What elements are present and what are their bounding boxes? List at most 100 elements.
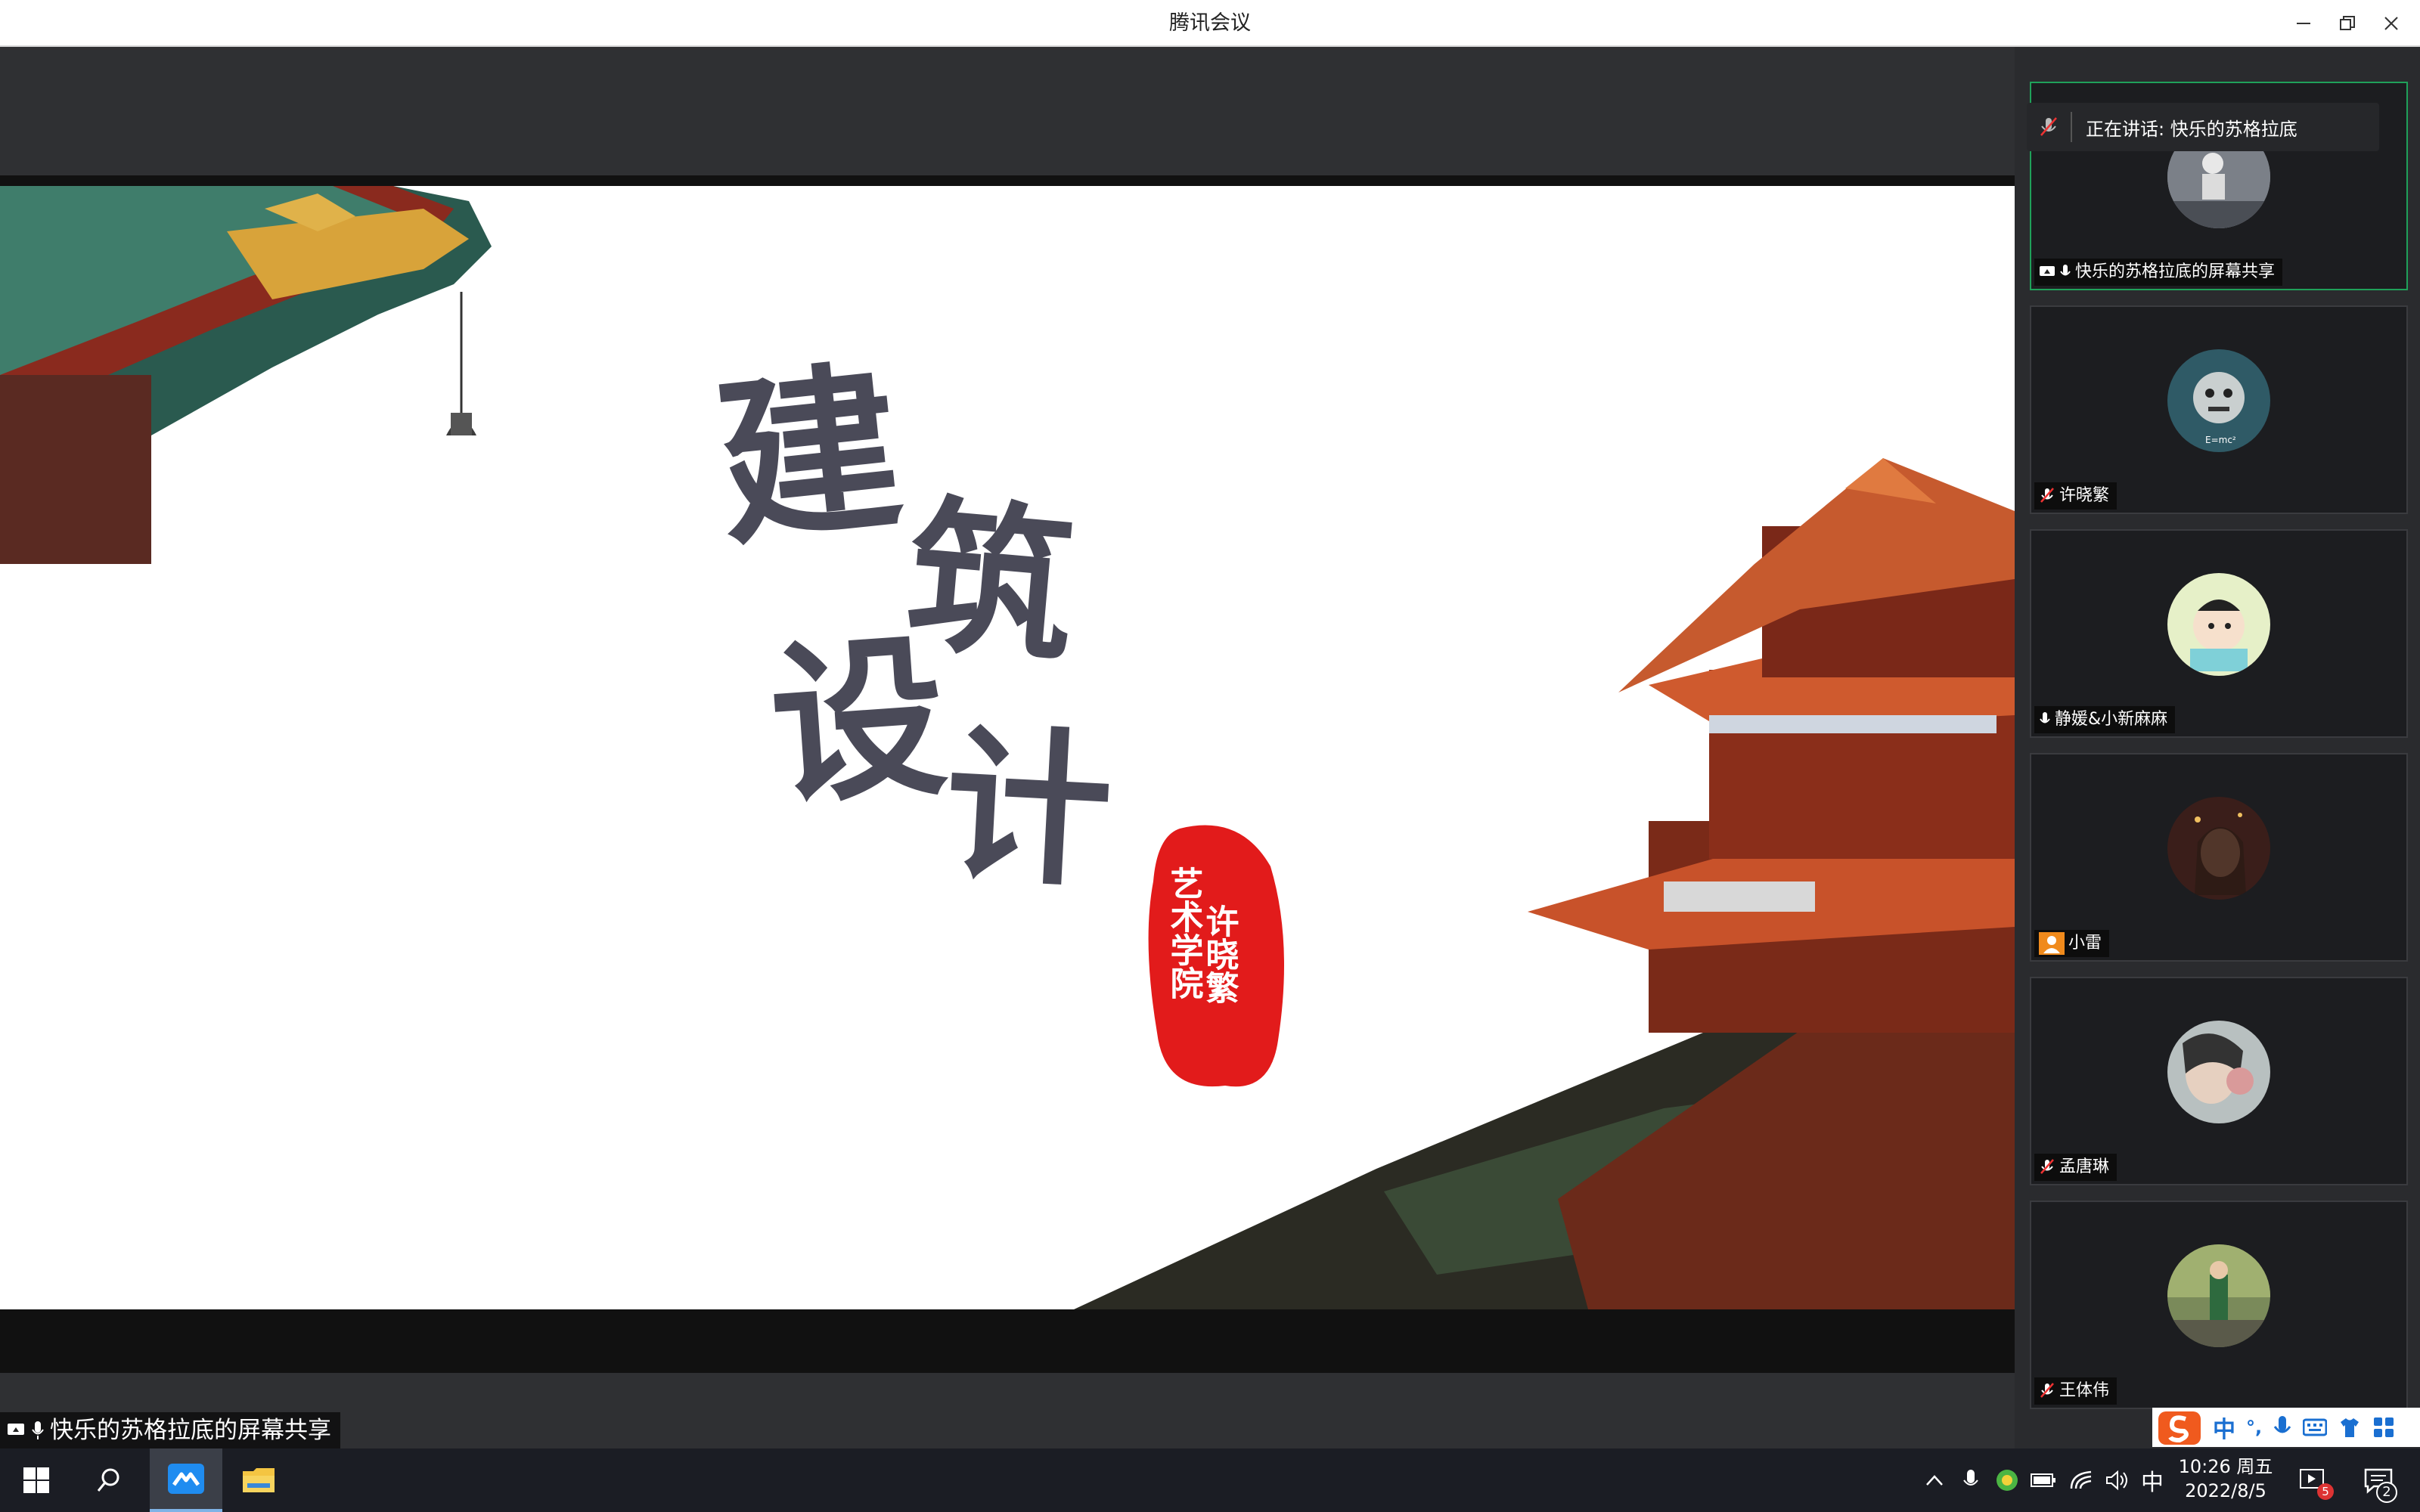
search-button[interactable] xyxy=(73,1448,145,1512)
participant-name: 王体伟 xyxy=(2059,1381,2110,1400)
participant-name-badge: 快乐的苏格拉底的屏幕共享 xyxy=(2034,259,2283,286)
tray-mic[interactable] xyxy=(1956,1448,1986,1512)
tray-volume[interactable] xyxy=(2101,1448,2134,1512)
participant-name: 许晓繁 xyxy=(2059,486,2110,505)
slide-artwork: 建 筑 设 计 许晓繁 艺术学院 xyxy=(0,186,2015,1309)
restore-icon xyxy=(2340,16,2355,30)
participant-name-badge: 王体伟 xyxy=(2034,1377,2118,1405)
mic-icon xyxy=(32,1421,44,1439)
chevron-up-icon xyxy=(1926,1475,1943,1486)
tray-wifi[interactable] xyxy=(2065,1448,2098,1512)
windows-taskbar: 中 10:26 周五 2022/8/5 5 2 xyxy=(0,1448,2420,1512)
shared-screen-stage: 建 筑 设 计 许晓繁 艺术学院 快乐的苏格拉底的屏幕共享 xyxy=(0,47,2015,1448)
clock-time: 10:26 周五 xyxy=(2178,1456,2273,1477)
slide-title-calligraphy: 建 筑 设 计 xyxy=(708,340,1117,910)
window-title: 腾讯会议 xyxy=(1169,11,1251,35)
notification-badge: 5 xyxy=(2317,1483,2334,1500)
taskbar-clock[interactable]: 10:26 周五 2022/8/5 xyxy=(2169,1455,2282,1503)
ime-punct-toggle[interactable]: °, xyxy=(2246,1417,2262,1438)
participant-name-badge: 小雷 xyxy=(2034,930,2110,957)
sogou-logo-icon[interactable] xyxy=(2157,1408,2202,1446)
avatar-image xyxy=(2167,1021,2270,1123)
avatar xyxy=(2167,573,2270,676)
action-center-button[interactable]: 2 xyxy=(2352,1448,2405,1512)
seal-col-school: 艺术学院 xyxy=(1165,866,1204,999)
svg-text:E=mc²: E=mc² xyxy=(2205,435,2236,445)
divider xyxy=(2071,112,2072,142)
shared-slide: 建 筑 设 计 许晓繁 艺术学院 xyxy=(0,175,2015,1373)
toolbox-grid-icon[interactable] xyxy=(2372,1416,2395,1439)
battery-icon xyxy=(2031,1473,2055,1487)
avatar-image: E=mc² xyxy=(2167,349,2270,452)
avatar-image xyxy=(2167,797,2270,900)
volume-icon xyxy=(2106,1470,2127,1491)
tray-app-icon[interactable] xyxy=(1990,1448,2024,1512)
close-button[interactable] xyxy=(2370,6,2412,41)
search-icon xyxy=(97,1468,119,1492)
avatar-image xyxy=(2167,573,2270,676)
mic-muted-icon xyxy=(2040,117,2057,136)
speaking-text: 正在讲话: 快乐的苏格拉底 xyxy=(2086,118,2297,140)
avatar-image xyxy=(2167,1244,2270,1347)
tencent-meeting-icon xyxy=(168,1464,204,1494)
tray-overflow-button[interactable] xyxy=(1918,1448,1951,1512)
calligraphy-char-1: 建 xyxy=(708,340,911,572)
participant-name-badge: 静媛&小新麻麻 xyxy=(2034,706,2176,733)
clock-date: 2022/8/5 xyxy=(2185,1480,2266,1501)
tray-input-language[interactable]: 中 xyxy=(2137,1448,2167,1512)
participant-name: 孟唐琳 xyxy=(2059,1157,2110,1176)
participant-name: 小雷 xyxy=(2068,934,2102,953)
ime-toolbar[interactable]: 中 °, xyxy=(2152,1408,2420,1447)
tray-notification-app[interactable]: 5 xyxy=(2291,1448,2337,1512)
mic-muted-icon xyxy=(2040,1159,2054,1174)
start-button[interactable] xyxy=(0,1448,73,1512)
wifi-icon xyxy=(2070,1470,2092,1489)
restore-button[interactable] xyxy=(2326,6,2369,41)
participant-name-badge: 孟唐琳 xyxy=(2034,1154,2118,1181)
voice-input-icon[interactable] xyxy=(2273,1414,2292,1440)
action-center-count: 2 xyxy=(2376,1482,2397,1503)
calligraphy-char-4: 计 xyxy=(940,706,1116,910)
calligraphy-char-3: 设 xyxy=(765,614,952,829)
screen-share-label: 快乐的苏格拉底的屏幕共享 xyxy=(0,1412,340,1448)
user-avatar-icon xyxy=(2039,932,2065,955)
seal-col-name: 许晓繁 xyxy=(1200,904,1239,1004)
eave-decoration xyxy=(0,186,492,564)
close-icon xyxy=(2384,17,2398,30)
title-bar: 腾讯会议 xyxy=(0,0,2420,47)
participant-name: 快乐的苏格拉底的屏幕共享 xyxy=(2075,262,2276,281)
participant-name-badge: 许晓繁 xyxy=(2034,482,2118,510)
minimize-icon xyxy=(2297,23,2310,24)
folder-icon xyxy=(243,1468,275,1492)
red-seal-stamp: 许晓繁 艺术学院 xyxy=(1148,825,1284,1087)
taskbar-app-file-explorer[interactable] xyxy=(222,1448,295,1512)
mic-icon xyxy=(1963,1470,1978,1486)
tray-battery[interactable] xyxy=(2027,1448,2060,1512)
participant-tile[interactable]: 王体伟 xyxy=(2030,1201,2408,1409)
skin-shirt-icon[interactable] xyxy=(2338,1416,2362,1439)
mic-icon xyxy=(2060,265,2071,276)
ime-lang-toggle[interactable]: 中 xyxy=(2213,1411,2235,1444)
avatar xyxy=(2167,797,2270,900)
participant-tile[interactable]: E=mc² 许晓繁 xyxy=(2030,305,2408,514)
participant-tile[interactable]: 小雷 xyxy=(2030,753,2408,962)
avatar xyxy=(2167,1021,2270,1123)
slide-canvas: 建 筑 设 计 许晓繁 艺术学院 xyxy=(0,186,2015,1309)
taskbar-app-tencent-meeting[interactable] xyxy=(150,1448,222,1512)
green-app-icon xyxy=(1996,1470,2018,1491)
mic-muted-icon xyxy=(2040,1383,2054,1398)
keyboard-icon[interactable] xyxy=(2303,1417,2328,1438)
share-label-text: 快乐的苏格拉底的屏幕共享 xyxy=(50,1417,331,1444)
speaking-indicator: 正在讲话: 快乐的苏格拉底 xyxy=(2027,103,2379,151)
avatar xyxy=(2167,1244,2270,1347)
participant-tile[interactable]: 静媛&小新麻麻 xyxy=(2030,529,2408,738)
mic-icon xyxy=(2040,712,2050,723)
windows-logo-icon xyxy=(23,1467,49,1493)
participant-sidebar: 快乐的苏格拉底的屏幕共享 E=mc² 许晓繁 静媛&小新麻麻 小雷 孟唐琳 王体… xyxy=(2015,47,2420,1448)
minimize-button[interactable] xyxy=(2282,6,2325,41)
participant-tile[interactable]: 孟唐琳 xyxy=(2030,977,2408,1185)
participant-name: 静媛&小新麻麻 xyxy=(2055,710,2168,729)
mic-muted-icon xyxy=(2040,488,2054,503)
avatar: E=mc² xyxy=(2167,349,2270,452)
screen-share-icon xyxy=(8,1424,24,1435)
